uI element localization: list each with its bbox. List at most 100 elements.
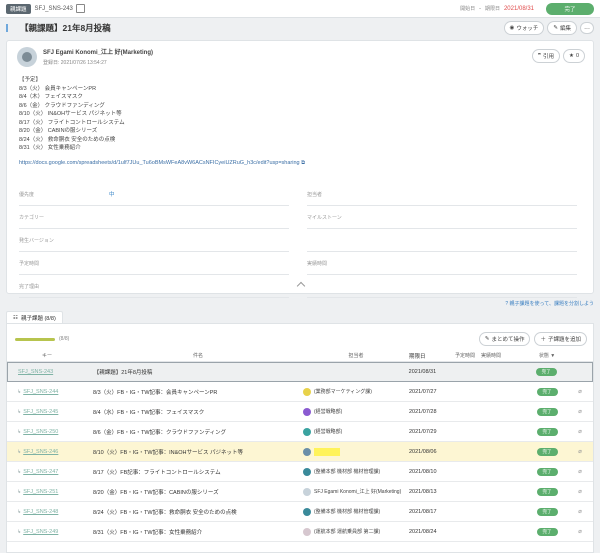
row-key-link[interactable]: SFJ_SNS-249 (23, 529, 58, 535)
row-key-cell[interactable]: ↳ SFJ_SNS-246 (7, 449, 87, 455)
row-name[interactable]: 8/6（金）FB・IG・TW記事：クラウドファンディング (87, 428, 303, 436)
bulk-action-button[interactable]: ✎ まとめて操作 (478, 332, 531, 346)
row-name[interactable]: 8/24（火）FB・IG・TW記事：救命胴衣 安全のための点検 (87, 508, 303, 516)
category-label: カテゴリー (19, 214, 45, 221)
column-actual[interactable]: 実績時間 (481, 352, 527, 359)
calendar-icon[interactable] (75, 4, 85, 13)
category-field: カテゴリー (19, 206, 289, 229)
row-name[interactable]: 8/3（火）FB・IG・TW記事：会員キャンペーンPR (87, 388, 303, 396)
row-assignee: (運航本部 運航乗員部 第二課) (303, 527, 409, 536)
quote-button[interactable]: ❞ 引用 (532, 49, 560, 63)
star-count: 0 (575, 53, 579, 59)
subtask-hint-link[interactable]: ? 親子課題を使って、課題を分割しよう (505, 300, 594, 307)
subtask-hint-text[interactable]: 親子課題を使って、課題を分割しよう (509, 301, 594, 307)
tab-subtasks[interactable]: ☷ 親子課題 (8/8) (6, 311, 63, 323)
description-line: 8/31（火） 女性乗務紹介 (19, 145, 81, 151)
row-name[interactable]: 8/31（火）FB・IG・TW記事：女性乗務紹介 (87, 528, 303, 536)
row-status-cell: 完了 (526, 368, 566, 376)
start-date-label: 開始日 (460, 6, 476, 12)
row-name[interactable]: 8/17（火）FB記事：フライトコントロールシステム (87, 468, 303, 476)
row-key-cell[interactable]: ↳ SFJ_SNS-251 (7, 489, 87, 495)
row-key-cell[interactable]: ↳ SFJ_SNS-250 (7, 429, 87, 435)
row-status-badge[interactable]: 完了 (536, 527, 558, 536)
column-name[interactable]: 件名 (87, 352, 303, 359)
row-key-cell[interactable]: ↳ SFJ_SNS-245 (7, 409, 87, 415)
row-key-link[interactable]: SFJ_SNS-251 (23, 489, 58, 495)
resolution-field: 完了理由 (19, 275, 289, 298)
row-name[interactable]: 【親課題】21年8月投稿 (88, 368, 303, 376)
row-status-badge[interactable]: 完了 (535, 368, 557, 376)
quote-icon: ❞ (538, 53, 541, 59)
table-row[interactable]: ↳ SFJ_SNS-247 8/17（火）FB記事：フライトコントロールシステム (整… (7, 462, 593, 482)
row-status-cell: 完了 (527, 407, 567, 416)
column-due[interactable]: 期限日 (409, 352, 455, 360)
row-name[interactable]: 8/4（水）FB・IG・TW記事：フェイスマスク (87, 408, 303, 416)
column-planned[interactable]: 予定時間 (455, 352, 481, 359)
due-date-label: 期限日 (484, 6, 500, 12)
column-key[interactable]: キー (7, 352, 87, 359)
row-key-cell[interactable]: ↳ SFJ_SNS-247 (7, 469, 87, 475)
table-row[interactable]: ↳ SFJ_SNS-244 8/3（火）FB・IG・TW記事：会員キャンペーンPR(… (7, 382, 593, 402)
row-key-link[interactable]: SFJ_SNS-250 (23, 429, 58, 435)
table-row[interactable]: ↳ SFJ_SNS-249 8/31（火）FB・IG・TW記事：女性乗務紹介 (運航本… (7, 522, 593, 542)
edit-button[interactable]: ✎ 編集 (547, 21, 577, 35)
progress-fill (15, 337, 55, 341)
child-arrow-icon: ↳ (17, 468, 22, 475)
table-row[interactable]: ↳ SFJ_SNS-248 8/24（火）FB・IG・TW記事：救命胴衣 安全のため… (7, 502, 593, 522)
row-status-badge[interactable]: 完了 (536, 467, 558, 476)
row-key-cell[interactable]: ↳ SFJ_SNS-249 (7, 529, 87, 535)
row-status-badge[interactable]: 完了 (536, 487, 558, 496)
row-key-link[interactable]: SFJ_SNS-246 (23, 449, 58, 455)
row-due: 2021/08/10 (409, 468, 437, 475)
more-button[interactable]: ... (580, 22, 594, 34)
plus-icon: ＋ (540, 337, 546, 343)
table-row[interactable]: ↳ SFJ_SNS-251 8/20（金）FB・IG・TW記事：CABINの服シリー… (7, 482, 593, 502)
row-key-link[interactable]: SFJ_SNS-248 (23, 509, 58, 515)
row-name[interactable]: 8/10（火）FB・IG・TW記事：IN&OHサービス パジネット等 (87, 448, 303, 456)
row-status-cell: 完了 (527, 387, 567, 396)
child-arrow-icon: ↳ (17, 528, 22, 535)
table-row[interactable]: SFJ_SNS-243 【親課題】21年8月投稿 2021/08/31 完了 (7, 362, 593, 382)
row-key-cell[interactable]: ↳ SFJ_SNS-244 (7, 389, 87, 395)
description-line: 8/20（金） CABINの服シリーズ (19, 128, 98, 134)
author-name: SFJ Egami Konomi_江上 好(Marketing) (43, 50, 154, 56)
row-status-badge[interactable]: 完了 (536, 507, 558, 516)
description-line: 8/10（火） IN&OHサービス パジネット等 (19, 111, 122, 117)
subtask-progress: (8/8) (15, 336, 69, 342)
task-key[interactable]: SFJ_SNS-243 (35, 6, 73, 12)
assignee-avatar (303, 407, 311, 416)
actual-hours-label: 実績時間 (307, 260, 328, 267)
row-key-link[interactable]: SFJ_SNS-245 (23, 409, 58, 415)
status-badge[interactable]: 完了 (546, 2, 594, 15)
row-key-link[interactable]: SFJ_SNS-247 (23, 469, 58, 475)
row-name[interactable]: 8/20（金）FB・IG・TW記事：CABINの服シリーズ (87, 488, 303, 496)
row-key-cell[interactable]: ↳ SFJ_SNS-248 (7, 509, 87, 515)
version-field: 発生バージョン (19, 229, 289, 252)
row-assignee-name: (経営戦略部) (314, 429, 343, 435)
table-row[interactable]: ↳ SFJ_SNS-246 8/10（火）FB・IG・TW記事：IN&OHサービス … (7, 442, 593, 462)
row-assignee: (整備本部 機材部 機材管理課) (303, 507, 409, 516)
row-status-cell: 完了 (527, 507, 567, 516)
spreadsheet-link[interactable]: https://docs.google.com/spreadsheets/d/1… (19, 160, 579, 167)
row-key-cell[interactable]: SFJ_SNS-243 (8, 369, 88, 375)
table-row[interactable]: ↳ SFJ_SNS-245 8/4（水）FB・IG・TW記事：フェイスマスク (経営戦… (7, 402, 593, 422)
watch-button[interactable]: ◉ ウォッチ (503, 21, 545, 35)
column-assignee[interactable]: 担当者 (303, 352, 409, 359)
description-actions: ❞ 引用 ★ 0 (532, 49, 585, 63)
row-status-badge[interactable]: 完了 (536, 387, 558, 396)
row-key-link[interactable]: SFJ_SNS-243 (18, 369, 53, 375)
issue-type-icon (6, 24, 16, 32)
highlight-marker (314, 447, 340, 456)
column-status[interactable]: 状態 ▼ (527, 352, 567, 359)
row-status-badge[interactable]: 完了 (536, 447, 558, 456)
row-due: 2021/08/24 (409, 528, 437, 535)
row-key-link[interactable]: SFJ_SNS-244 (23, 389, 58, 395)
table-row[interactable]: ↳ SFJ_SNS-250 8/6（金）FB・IG・TW記事：クラウドファンディング… (7, 422, 593, 442)
add-subtask-button[interactable]: ＋ 子課題を追加 (534, 332, 587, 346)
star-button[interactable]: ★ 0 (563, 49, 585, 63)
row-status-badge[interactable]: 完了 (536, 427, 558, 436)
subtask-actions: ✎ まとめて操作 ＋ 子課題を追加 (478, 332, 587, 346)
row-status-badge[interactable]: 完了 (536, 407, 558, 416)
child-arrow-icon: ↳ (17, 428, 22, 435)
spreadsheet-link-text[interactable]: https://docs.google.com/spreadsheets/d/1… (19, 160, 300, 166)
